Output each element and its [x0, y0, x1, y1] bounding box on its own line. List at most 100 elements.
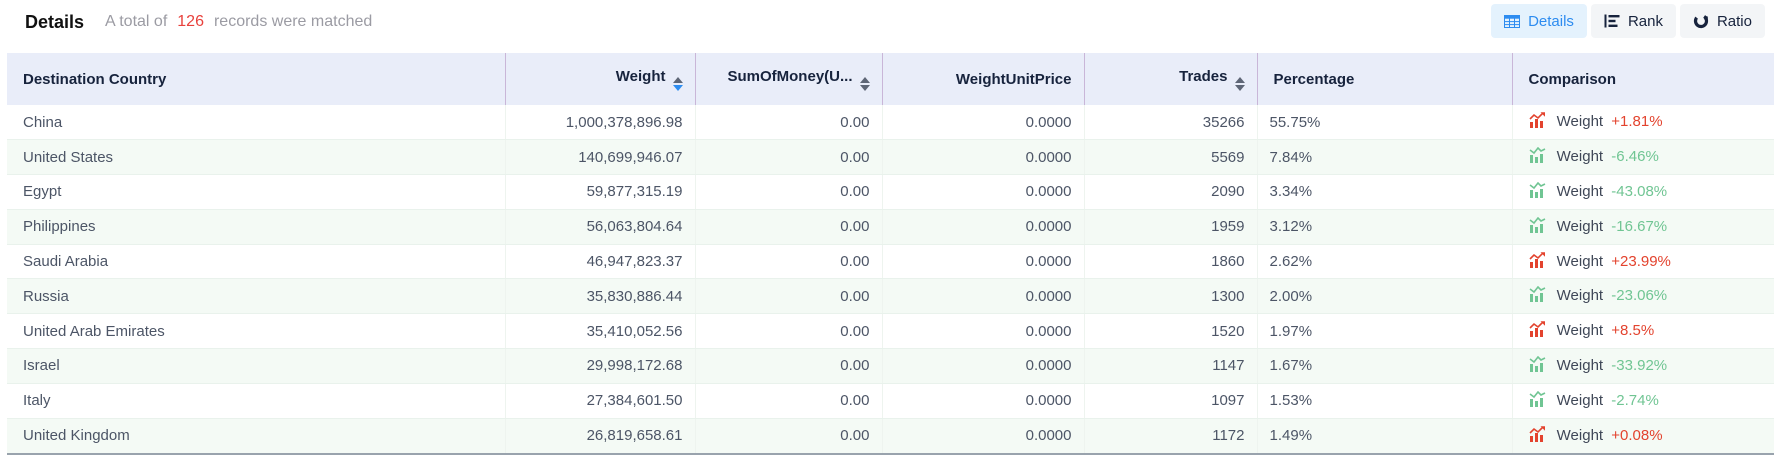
sum-of-money-cell: 0.00 [695, 279, 882, 314]
column-header-weight-unit-price: WeightUnitPrice [882, 53, 1084, 105]
destination-country-cell: Saudi Arabia [7, 244, 505, 279]
trades-cell: 1860 [1084, 244, 1257, 279]
weight-cell: 140,699,946.07 [505, 140, 695, 175]
weight-unit-price-cell: 0.0000 [882, 244, 1084, 279]
ratio-view-button[interactable]: Ratio [1680, 4, 1765, 38]
percentage-cell: 1.49% [1257, 418, 1512, 453]
table-row: United Arab Emirates 35,410,052.56 0.00 … [7, 314, 1774, 349]
destination-country-cell: United Kingdom [7, 418, 505, 453]
comparison-value: -16.67% [1611, 218, 1667, 235]
trend-down-icon [1529, 286, 1546, 306]
comparison-label: Weight [1557, 287, 1603, 304]
column-header-percentage: Percentage [1257, 53, 1512, 105]
percentage-cell: 2.62% [1257, 244, 1512, 279]
weight-cell: 35,410,052.56 [505, 314, 695, 349]
comparison-label: Weight [1557, 183, 1603, 200]
sum-of-money-cell: 0.00 [695, 314, 882, 349]
trades-cell: 35266 [1084, 105, 1257, 140]
trend-up-red-icon [1529, 252, 1546, 268]
trend-up-red-icon [1529, 426, 1546, 442]
view-switch: Details Rank Ratio [1491, 4, 1765, 38]
comparison-label: Weight [1557, 357, 1603, 374]
table-row: United Kingdom 26,819,658.61 0.00 0.0000… [7, 418, 1774, 453]
comparison-label: Weight [1557, 113, 1603, 130]
details-view-label: Details [1528, 13, 1574, 30]
trades-cell: 1300 [1084, 279, 1257, 314]
comparison-cell: Weight +23.99% [1512, 244, 1774, 279]
table-row: China 1,000,378,896.98 0.00 0.0000 35266… [7, 105, 1774, 140]
trades-sort-control[interactable] [1235, 77, 1245, 91]
column-header-comparison: Comparison [1512, 53, 1774, 105]
comparison-value: +0.08% [1611, 427, 1662, 444]
table-row: Israel 29,998,172.68 0.00 0.0000 1147 1.… [7, 349, 1774, 384]
destination-country-cell: Egypt [7, 175, 505, 210]
ratio-icon [1693, 13, 1709, 29]
comparison-cell: Weight +1.81% [1512, 105, 1774, 140]
weight-unit-price-cell: 0.0000 [882, 314, 1084, 349]
trend-down-green-icon [1529, 182, 1546, 198]
trend-up-icon [1529, 426, 1546, 446]
sum-of-money-cell: 0.00 [695, 349, 882, 384]
summary-prefix: A total of [105, 13, 167, 30]
weight-cell: 1,000,378,896.98 [505, 105, 695, 140]
trades-cell: 2090 [1084, 175, 1257, 210]
trend-down-green-icon [1529, 286, 1546, 302]
percentage-cell: 2.00% [1257, 279, 1512, 314]
percentage-cell: 55.75% [1257, 105, 1512, 140]
details-view-button[interactable]: Details [1491, 4, 1587, 38]
weight-unit-price-cell: 0.0000 [882, 209, 1084, 244]
sum-of-money-cell: 0.00 [695, 140, 882, 175]
weight-unit-price-cell: 0.0000 [882, 140, 1084, 175]
percentage-cell: 1.97% [1257, 314, 1512, 349]
sum-of-money-cell: 0.00 [695, 175, 882, 210]
weight-unit-price-cell: 0.0000 [882, 105, 1084, 140]
sum-of-money-cell: 0.00 [695, 209, 882, 244]
weight-sort-control[interactable] [673, 77, 683, 91]
sum-of-money-cell: 0.00 [695, 105, 882, 140]
weight-cell: 29,998,172.68 [505, 349, 695, 384]
comparison-value: -43.08% [1611, 183, 1667, 200]
sum-of-money-sort-control[interactable] [860, 77, 870, 91]
percentage-cell: 7.84% [1257, 140, 1512, 175]
ratio-view-label: Ratio [1717, 13, 1752, 30]
weight-cell: 35,830,886.44 [505, 279, 695, 314]
weight-cell: 27,384,601.50 [505, 383, 695, 418]
weight-unit-price-cell: 0.0000 [882, 175, 1084, 210]
comparison-label: Weight [1557, 253, 1603, 270]
comparison-value: +1.81% [1611, 113, 1662, 130]
destination-country-cell: Italy [7, 383, 505, 418]
column-header-destination-country: Destination Country [7, 53, 505, 105]
percentage-cell: 3.12% [1257, 209, 1512, 244]
column-header-sum-of-money: SumOfMoney(U... [695, 53, 882, 105]
table-row: Russia 35,830,886.44 0.00 0.0000 1300 2.… [7, 279, 1774, 314]
comparison-cell: Weight -16.67% [1512, 209, 1774, 244]
records-table: Destination Country Weight SumOfMoney(U.… [7, 53, 1774, 453]
trend-down-icon [1529, 147, 1546, 167]
comparison-value: -2.74% [1611, 392, 1659, 409]
table-header-row: Destination Country Weight SumOfMoney(U.… [7, 53, 1774, 105]
sum-of-money-cell: 0.00 [695, 418, 882, 453]
sum-of-money-cell: 0.00 [695, 244, 882, 279]
records-table-container: Destination Country Weight SumOfMoney(U.… [7, 53, 1774, 455]
table-row: Philippines 56,063,804.64 0.00 0.0000 19… [7, 209, 1774, 244]
comparison-cell: Weight -23.06% [1512, 279, 1774, 314]
weight-cell: 46,947,823.37 [505, 244, 695, 279]
trades-cell: 1097 [1084, 383, 1257, 418]
comparison-label: Weight [1557, 427, 1603, 444]
weight-unit-price-cell: 0.0000 [882, 349, 1084, 384]
rank-view-button[interactable]: Rank [1591, 4, 1676, 38]
weight-unit-price-cell: 0.0000 [882, 383, 1084, 418]
percentage-cell: 3.34% [1257, 175, 1512, 210]
destination-country-cell: Philippines [7, 209, 505, 244]
trades-cell: 1520 [1084, 314, 1257, 349]
trades-cell: 5569 [1084, 140, 1257, 175]
trend-up-icon [1529, 321, 1546, 341]
comparison-cell: Weight -6.46% [1512, 140, 1774, 175]
destination-country-cell: Israel [7, 349, 505, 384]
table-icon [1504, 15, 1520, 28]
comparison-value: +23.99% [1611, 253, 1671, 270]
records-summary: A total of126records were matched [105, 13, 372, 31]
trades-cell: 1147 [1084, 349, 1257, 384]
destination-country-cell: United Arab Emirates [7, 314, 505, 349]
comparison-label: Weight [1557, 148, 1603, 165]
